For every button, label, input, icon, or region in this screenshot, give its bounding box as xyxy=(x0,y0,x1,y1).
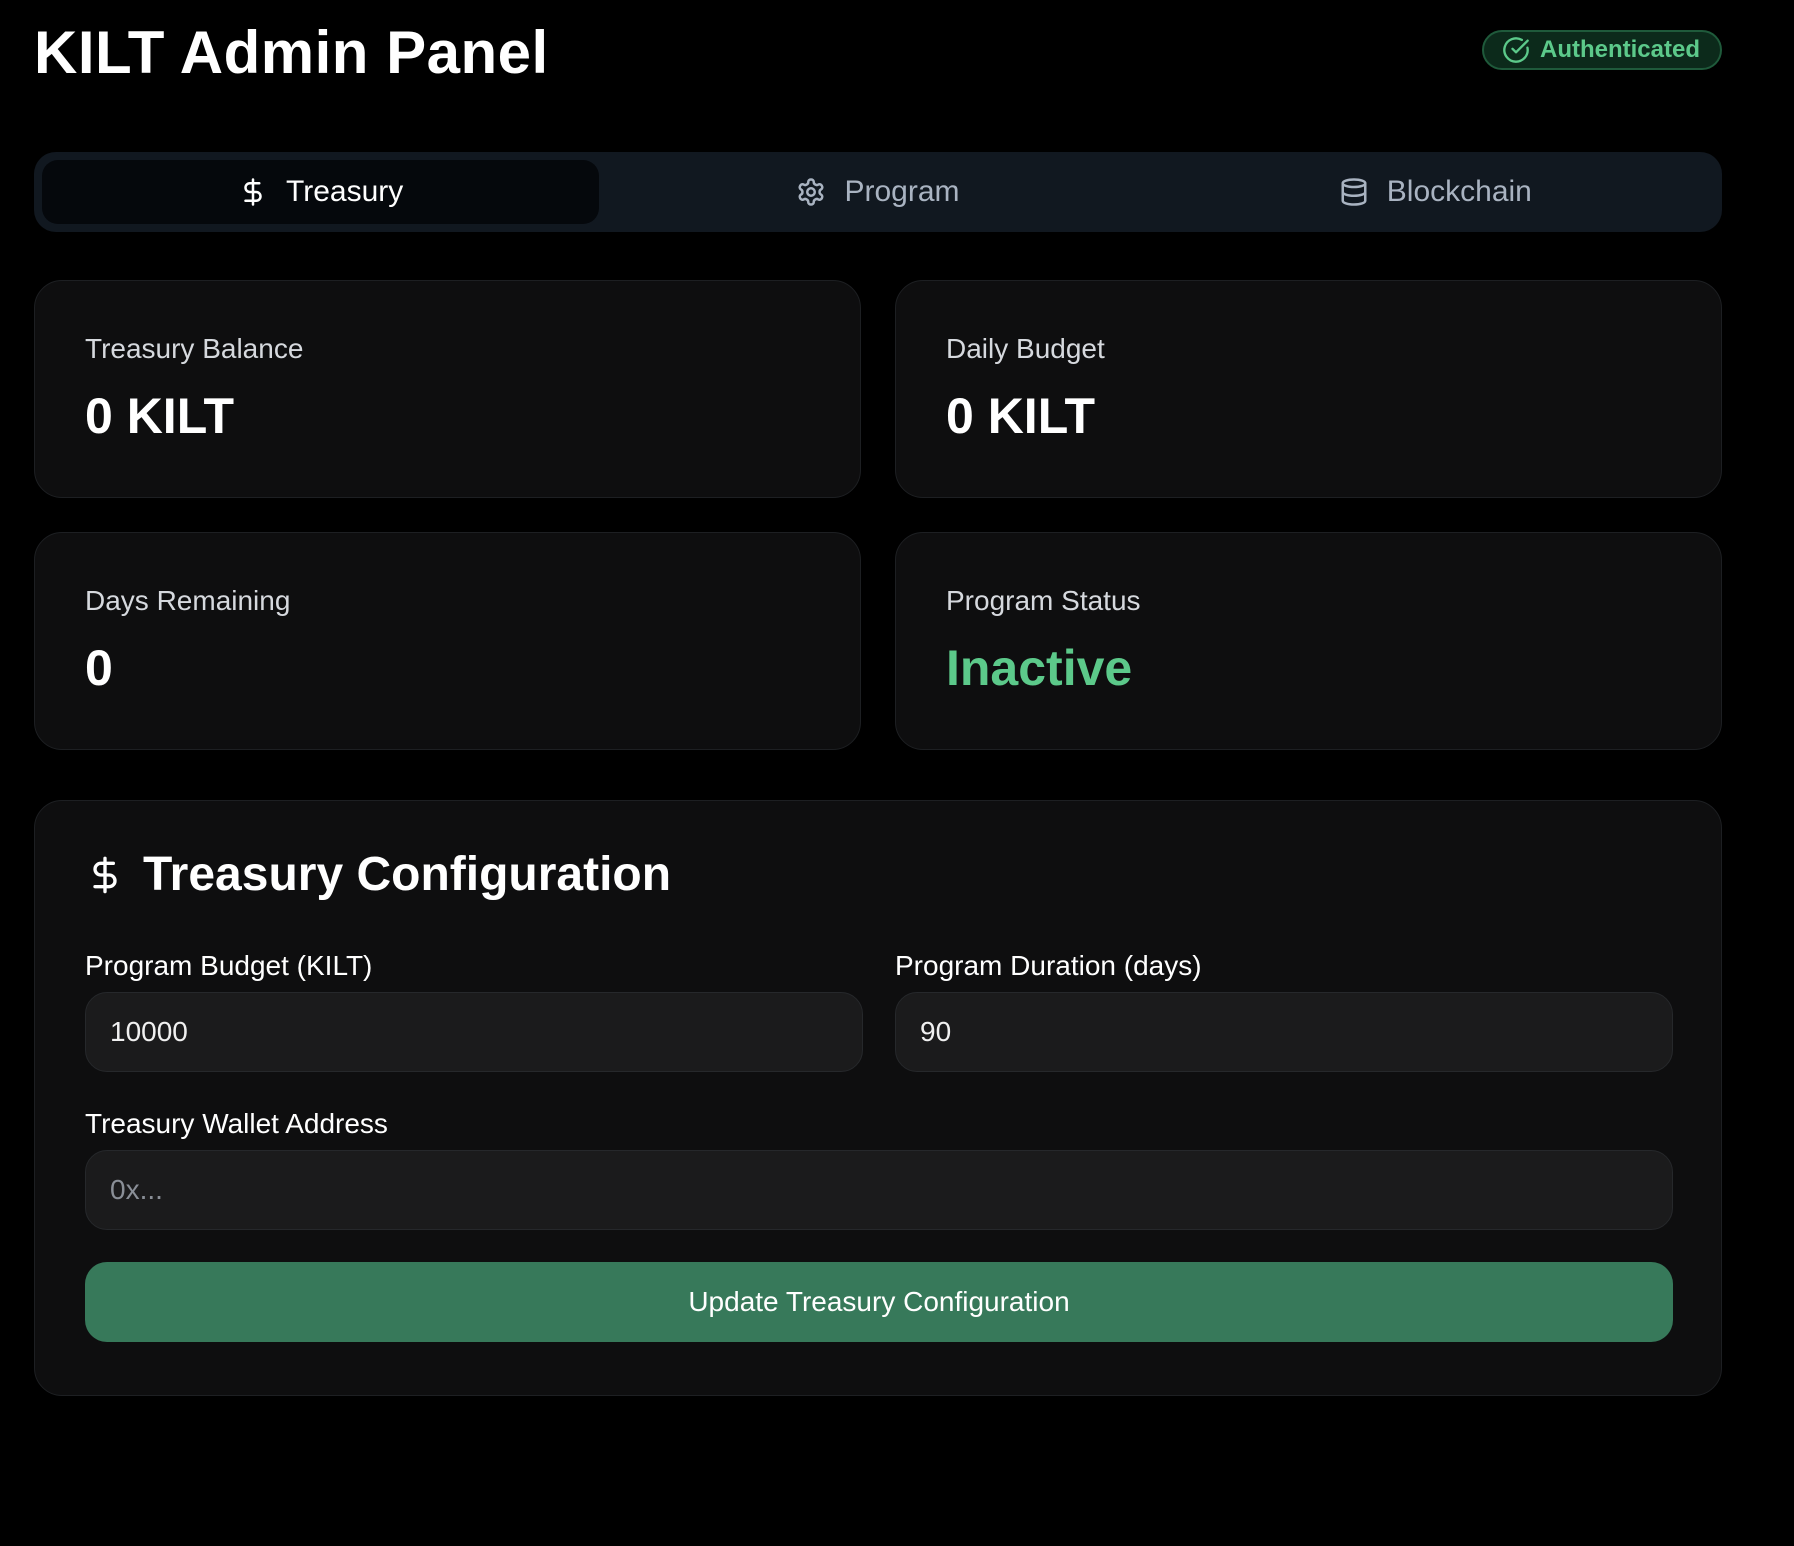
dollar-icon xyxy=(238,177,268,207)
treasury-config-card: Treasury Configuration Program Budget (K… xyxy=(34,800,1722,1396)
stat-label: Daily Budget xyxy=(946,333,1105,364)
header: KILT Admin Panel Authenticated xyxy=(34,14,1722,94)
treasury-balance-card: Treasury Balance 0 KILT xyxy=(34,280,861,498)
tab-program[interactable]: Program xyxy=(599,160,1156,224)
days-remaining-card: Days Remaining 0 xyxy=(34,532,861,750)
auth-badge-label: Authenticated xyxy=(1539,36,1700,63)
days-remaining-value: 0 xyxy=(85,640,113,696)
tab-treasury[interactable]: Treasury xyxy=(42,160,600,224)
dollar-icon xyxy=(85,855,125,895)
tab-blockchain[interactable]: Blockchain xyxy=(1157,160,1714,224)
duration-field: Program Duration (days) xyxy=(895,950,1673,1072)
stat-label: Treasury Balance xyxy=(85,333,304,364)
wallet-label: Treasury Wallet Address xyxy=(85,1108,388,1139)
check-circle-icon xyxy=(1502,36,1530,64)
tab-label: Blockchain xyxy=(1386,175,1532,208)
config-title: Treasury Configuration xyxy=(85,847,1671,902)
stats-grid: Treasury Balance 0 KILT Daily Budget 0 K… xyxy=(34,280,1722,750)
page-title: KILT Admin Panel xyxy=(34,19,549,86)
duration-label: Program Duration (days) xyxy=(895,950,1202,981)
program-budget-input[interactable] xyxy=(85,992,863,1072)
budget-field: Program Budget (KILT) xyxy=(85,950,863,1072)
stat-label: Days Remaining xyxy=(85,585,291,616)
budget-label: Program Budget (KILT) xyxy=(85,950,373,981)
tab-label: Treasury xyxy=(286,175,404,208)
gear-icon xyxy=(796,177,826,207)
update-treasury-config-button[interactable]: Update Treasury Configuration xyxy=(85,1262,1673,1342)
daily-budget-value: 0 KILT xyxy=(946,388,1096,444)
stat-label: Program Status xyxy=(946,585,1141,616)
auth-status-badge: Authenticated xyxy=(1481,30,1722,70)
program-duration-input[interactable] xyxy=(895,992,1673,1072)
tab-bar: Treasury Program Blockchain xyxy=(34,152,1722,232)
config-field-row: Program Budget (KILT) Program Duration (… xyxy=(85,950,1673,1072)
admin-page: KILT Admin Panel Authenticated Treasury xyxy=(0,0,1794,1546)
daily-budget-card: Daily Budget 0 KILT xyxy=(895,280,1722,498)
config-title-text: Treasury Configuration xyxy=(143,848,672,901)
wallet-field: Treasury Wallet Address xyxy=(85,1108,1673,1230)
treasury-balance-value: 0 KILT xyxy=(85,388,235,444)
database-icon xyxy=(1339,177,1369,207)
program-status-card: Program Status Inactive xyxy=(895,532,1722,750)
treasury-wallet-input[interactable] xyxy=(85,1150,1673,1230)
tab-label: Program xyxy=(844,175,960,208)
program-status-value: Inactive xyxy=(946,640,1133,696)
